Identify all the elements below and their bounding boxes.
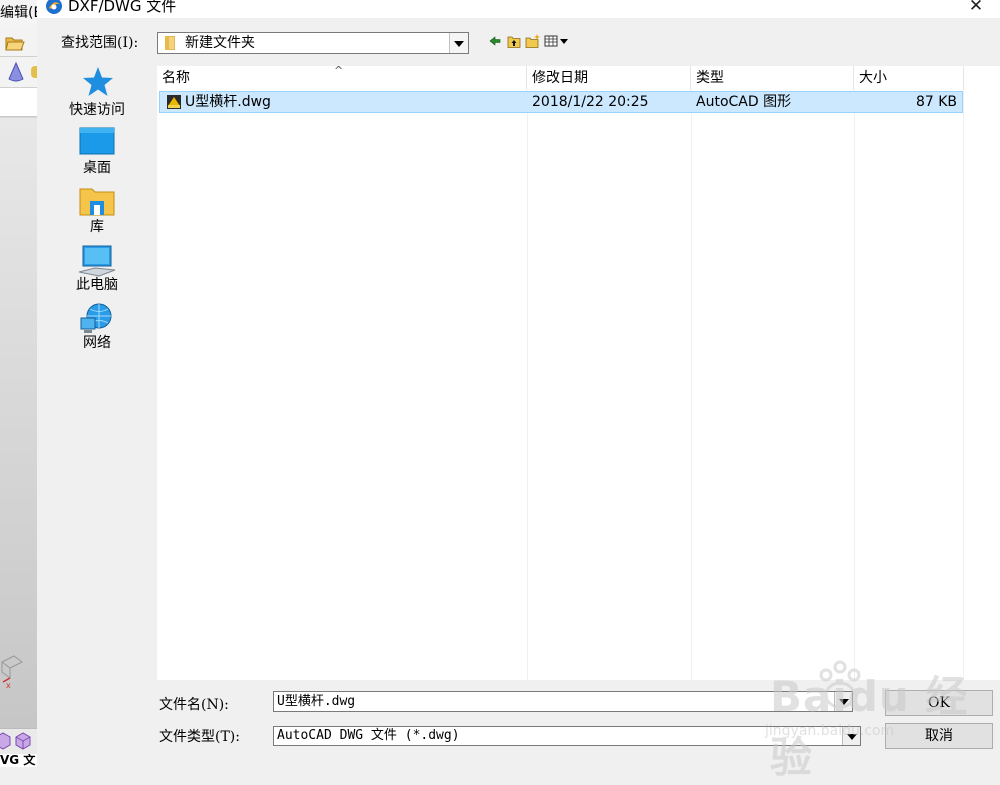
place-label: 此电脑 bbox=[76, 277, 118, 293]
file-modified: 2018/1/22 20:25 bbox=[532, 94, 649, 110]
column-divider bbox=[854, 90, 855, 680]
place-desktop[interactable]: 桌面 bbox=[61, 125, 133, 181]
back-arrow-icon[interactable] bbox=[489, 33, 501, 49]
chevron-down-icon bbox=[839, 699, 849, 705]
filename-label: 文件名(N): bbox=[159, 697, 229, 713]
background-input-strip bbox=[0, 88, 37, 117]
chevron-down-icon bbox=[454, 41, 464, 47]
file-size: 87 KB bbox=[915, 94, 957, 110]
computer-icon bbox=[78, 245, 116, 277]
new-folder-icon[interactable] bbox=[525, 33, 541, 49]
file-row[interactable]: U型横杆.dwg 2018/1/22 20:25 AutoCAD 图形 87 K… bbox=[159, 91, 963, 113]
background-bottom-label: VG 文 bbox=[0, 754, 37, 767]
background-toolbar-2 bbox=[0, 57, 37, 88]
file-list[interactable]: 名称 ^ 修改日期 类型 大小 U型横杆.dwg 2018/1/22 20:25… bbox=[157, 64, 1000, 680]
place-this-pc[interactable]: 此电脑 bbox=[61, 243, 133, 299]
close-button[interactable]: ✕ bbox=[966, 0, 986, 16]
filename-history-button[interactable] bbox=[834, 692, 852, 711]
sort-ascending-icon: ^ bbox=[334, 64, 344, 77]
network-icon bbox=[80, 303, 112, 333]
column-header-size[interactable]: 大小 bbox=[854, 66, 964, 90]
place-label: 快速访问 bbox=[69, 102, 125, 118]
place-network[interactable]: 网络 bbox=[61, 301, 133, 357]
filetype-dropdown[interactable]: AutoCAD DWG 文件 (*.dwg) bbox=[273, 726, 861, 746]
filetype-value: AutoCAD DWG 文件 (*.dwg) bbox=[277, 728, 460, 743]
column-divider bbox=[963, 90, 964, 680]
star-icon bbox=[83, 67, 113, 96]
axis-gizmo-icon: x bbox=[1, 655, 23, 688]
library-icon bbox=[79, 188, 115, 216]
dialog-title: DXF/DWG 文件 bbox=[68, 0, 177, 15]
up-folder-icon[interactable] bbox=[507, 33, 521, 49]
place-label: 桌面 bbox=[83, 160, 111, 176]
places-bar: 快速访问 桌面 库 此电脑 网络 bbox=[61, 63, 133, 363]
column-divider bbox=[691, 90, 692, 680]
look-in-value: 新建文件夹 bbox=[185, 35, 255, 51]
cone-icon[interactable] bbox=[6, 61, 26, 83]
background-3d-viewport[interactable]: x bbox=[0, 118, 37, 728]
look-in-dropdown-button[interactable] bbox=[449, 33, 468, 53]
ok-button[interactable]: OK bbox=[885, 690, 993, 716]
place-library[interactable]: 库 bbox=[61, 185, 133, 241]
view-menu-icon[interactable] bbox=[544, 33, 570, 49]
dialog-title-bar[interactable]: DXF/DWG 文件 ✕ bbox=[37, 0, 1000, 18]
column-header-type[interactable]: 类型 bbox=[691, 66, 854, 90]
file-list-header: 名称 ^ 修改日期 类型 大小 bbox=[157, 64, 1000, 90]
app-logo-icon bbox=[46, 0, 62, 14]
background-toolbar-1 bbox=[0, 28, 37, 57]
background-status-bar bbox=[0, 728, 37, 755]
folder-icon bbox=[165, 36, 175, 50]
filename-value: U型横杆.dwg bbox=[277, 694, 356, 709]
open-folder-icon[interactable] bbox=[4, 32, 26, 52]
desktop-icon bbox=[79, 127, 115, 155]
cube-icon[interactable] bbox=[0, 731, 37, 753]
look-in-dropdown[interactable]: 新建文件夹 bbox=[157, 32, 469, 54]
chevron-down-icon bbox=[847, 734, 857, 740]
svg-text:x: x bbox=[6, 681, 11, 688]
filename-input[interactable]: U型横杆.dwg bbox=[273, 691, 853, 712]
background-menu-bar: 编辑(E bbox=[0, 0, 37, 28]
column-header-modified[interactable]: 修改日期 bbox=[527, 66, 691, 90]
column-divider bbox=[527, 90, 528, 680]
dwg-file-icon bbox=[167, 95, 181, 109]
filetype-dropdown-button[interactable] bbox=[842, 727, 860, 745]
place-quick-access[interactable]: 快速访问 bbox=[61, 63, 133, 119]
place-label: 网络 bbox=[83, 335, 111, 351]
background-app: 编辑(E x VG 文 bbox=[0, 0, 38, 767]
cancel-button[interactable]: 取消 bbox=[885, 723, 993, 749]
file-type: AutoCAD 图形 bbox=[696, 94, 792, 110]
background-menu-edit[interactable]: 编辑(E bbox=[0, 5, 37, 21]
open-file-dialog: DXF/DWG 文件 ✕ 查找范围(I): 新建文件夹 快速访问 桌面 库 此电… bbox=[37, 0, 1000, 767]
file-name: U型横杆.dwg bbox=[185, 94, 271, 110]
look-in-label: 查找范围(I): bbox=[61, 35, 139, 51]
place-label: 库 bbox=[90, 219, 104, 235]
filetype-label: 文件类型(T): bbox=[159, 729, 240, 745]
